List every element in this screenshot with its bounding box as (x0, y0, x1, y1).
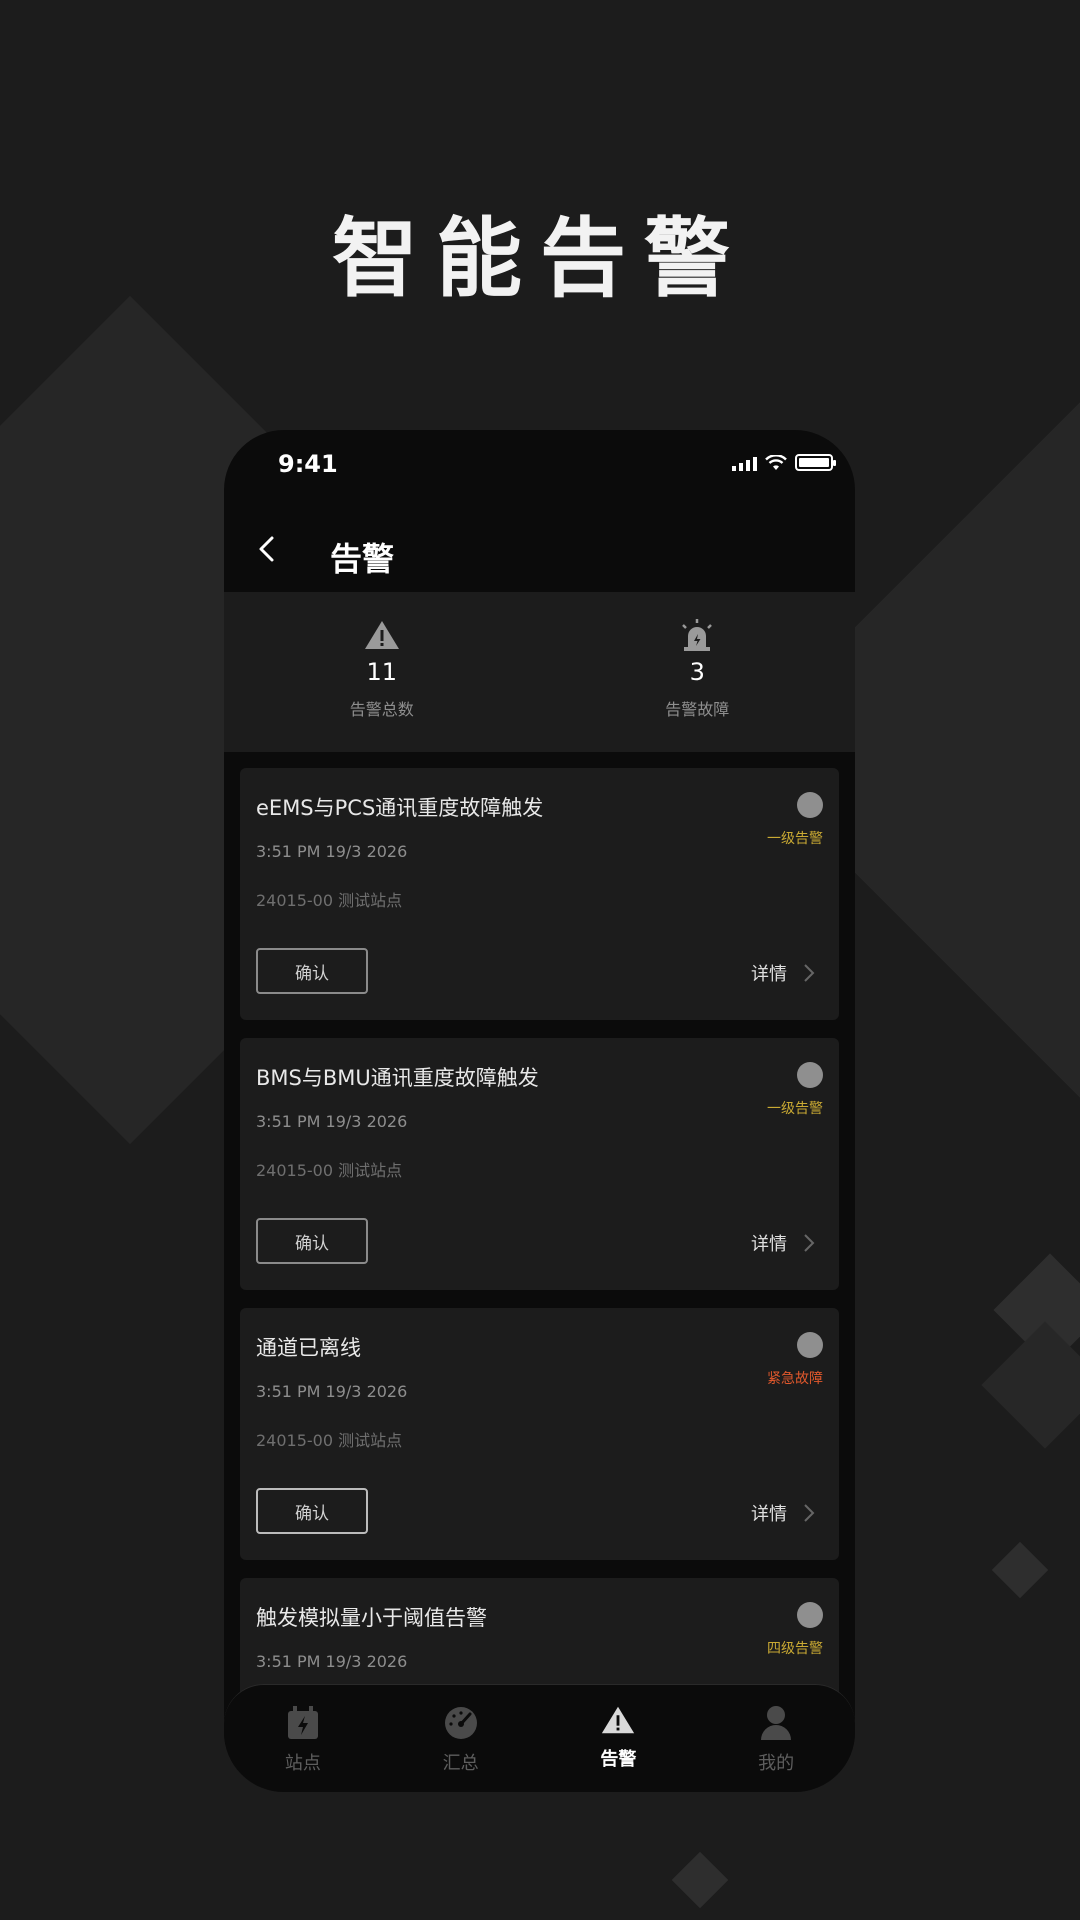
alarm-bell-icon (797, 792, 823, 818)
alarm-bell-icon (797, 1062, 823, 1088)
chevron-right-icon (804, 1504, 815, 1522)
gauge-icon (444, 1707, 477, 1739)
status-bar: 9:41 (224, 430, 855, 506)
alarm-level-badge: 一级告警 (767, 831, 823, 847)
detail-label: 详情 (751, 1504, 787, 1525)
alarm-bell-icon (797, 1332, 823, 1358)
alarm-list: eEMS与PCS通讯重度故障触发 3:51 PM 19/3 2026 24015… (224, 752, 855, 1792)
confirm-button[interactable]: 确认 (256, 1488, 368, 1534)
alarm-bell-icon (797, 1602, 823, 1628)
detail-label: 详情 (751, 964, 787, 985)
user-icon (761, 1706, 792, 1740)
alarm-site: 24015-00 测试站点 (256, 891, 403, 910)
stat-label: 告警总数 (349, 700, 414, 719)
alarm-site: 24015-00 测试站点 (256, 1161, 403, 1180)
tab-station[interactable]: 站点 (224, 1685, 382, 1792)
promo-stage: 智能告警 9:41 告警 11 告警总数 3 告警故障 eEMS与PCS通讯重度… (0, 0, 1080, 1920)
alarm-title: BMS与BMU通讯重度故障触发 (256, 1066, 539, 1090)
alarm-level-badge: 四级告警 (767, 1641, 823, 1657)
phone-frame: 9:41 告警 11 告警总数 3 告警故障 eEMS与PCS通讯重度故障触发 … (224, 430, 855, 1792)
tab-label: 站点 (284, 1753, 321, 1774)
detail-link[interactable]: 详情 (751, 960, 815, 986)
alarm-time: 3:51 PM 19/3 2026 (256, 842, 408, 861)
nav-bar: 告警 (224, 506, 855, 592)
battery-icon (795, 454, 836, 471)
tab-label: 告警 (600, 1749, 637, 1770)
stat-label: 告警故障 (665, 700, 730, 719)
alarm-card: BMS与BMU通讯重度故障触发 3:51 PM 19/3 2026 24015-… (240, 1038, 839, 1290)
confirm-button[interactable]: 确认 (256, 1218, 368, 1264)
chevron-right-icon (804, 964, 815, 982)
warning-triangle-icon (364, 621, 399, 649)
alarm-siren-icon (682, 619, 713, 651)
stat-value: 11 (366, 658, 398, 686)
alarm-level-badge: 一级告警 (767, 1101, 823, 1117)
tab-label: 汇总 (442, 1753, 479, 1774)
background-diamond (671, 1851, 729, 1909)
alarm-summary: 11 告警总数 3 告警故障 (224, 592, 855, 752)
alarm-time: 3:51 PM 19/3 2026 (256, 1652, 408, 1671)
tab-summary[interactable]: 汇总 (382, 1685, 540, 1792)
alarm-time: 3:51 PM 19/3 2026 (256, 1382, 408, 1401)
detail-link[interactable]: 详情 (751, 1500, 815, 1526)
station-icon (287, 1706, 318, 1739)
alarm-card: 通道已离线 3:51 PM 19/3 2026 24015-00 测试站点 紧急… (240, 1308, 839, 1560)
chevron-right-icon (804, 1234, 815, 1252)
detail-link[interactable]: 详情 (751, 1230, 815, 1256)
detail-label: 详情 (751, 1234, 787, 1255)
alarm-card: eEMS与PCS通讯重度故障触发 3:51 PM 19/3 2026 24015… (240, 768, 839, 1020)
alarm-title: 触发模拟量小于阈值告警 (256, 1606, 487, 1630)
background-diamond (991, 1541, 1049, 1599)
tab-alarm[interactable]: 告警 (540, 1685, 698, 1792)
signal-icon (732, 455, 757, 471)
tab-label: 我的 (758, 1753, 795, 1774)
stat-alarm-faults: 3 告警故障 (540, 592, 856, 752)
alarm-time: 3:51 PM 19/3 2026 (256, 1112, 408, 1131)
page-title: 告警 (330, 540, 395, 578)
status-time: 9:41 (278, 450, 338, 478)
stat-value: 3 (689, 658, 705, 686)
tab-profile[interactable]: 我的 (697, 1685, 855, 1792)
hero-title: 智能告警 (332, 209, 748, 309)
alarm-title: eEMS与PCS通讯重度故障触发 (256, 796, 544, 820)
confirm-button[interactable]: 确认 (256, 948, 368, 994)
status-icons (732, 454, 836, 471)
alarm-site: 24015-00 测试站点 (256, 1431, 403, 1450)
alarm-level-badge: 紧急故障 (767, 1371, 823, 1387)
alarm-title: 通道已离线 (256, 1336, 361, 1360)
wifi-icon (765, 454, 787, 470)
warning-triangle-icon (602, 1706, 635, 1734)
back-chevron-icon[interactable] (252, 534, 282, 564)
stat-total-alarms: 11 告警总数 (224, 592, 540, 752)
bottom-tab-bar: 站点 汇总 告警 我的 (224, 1684, 855, 1792)
